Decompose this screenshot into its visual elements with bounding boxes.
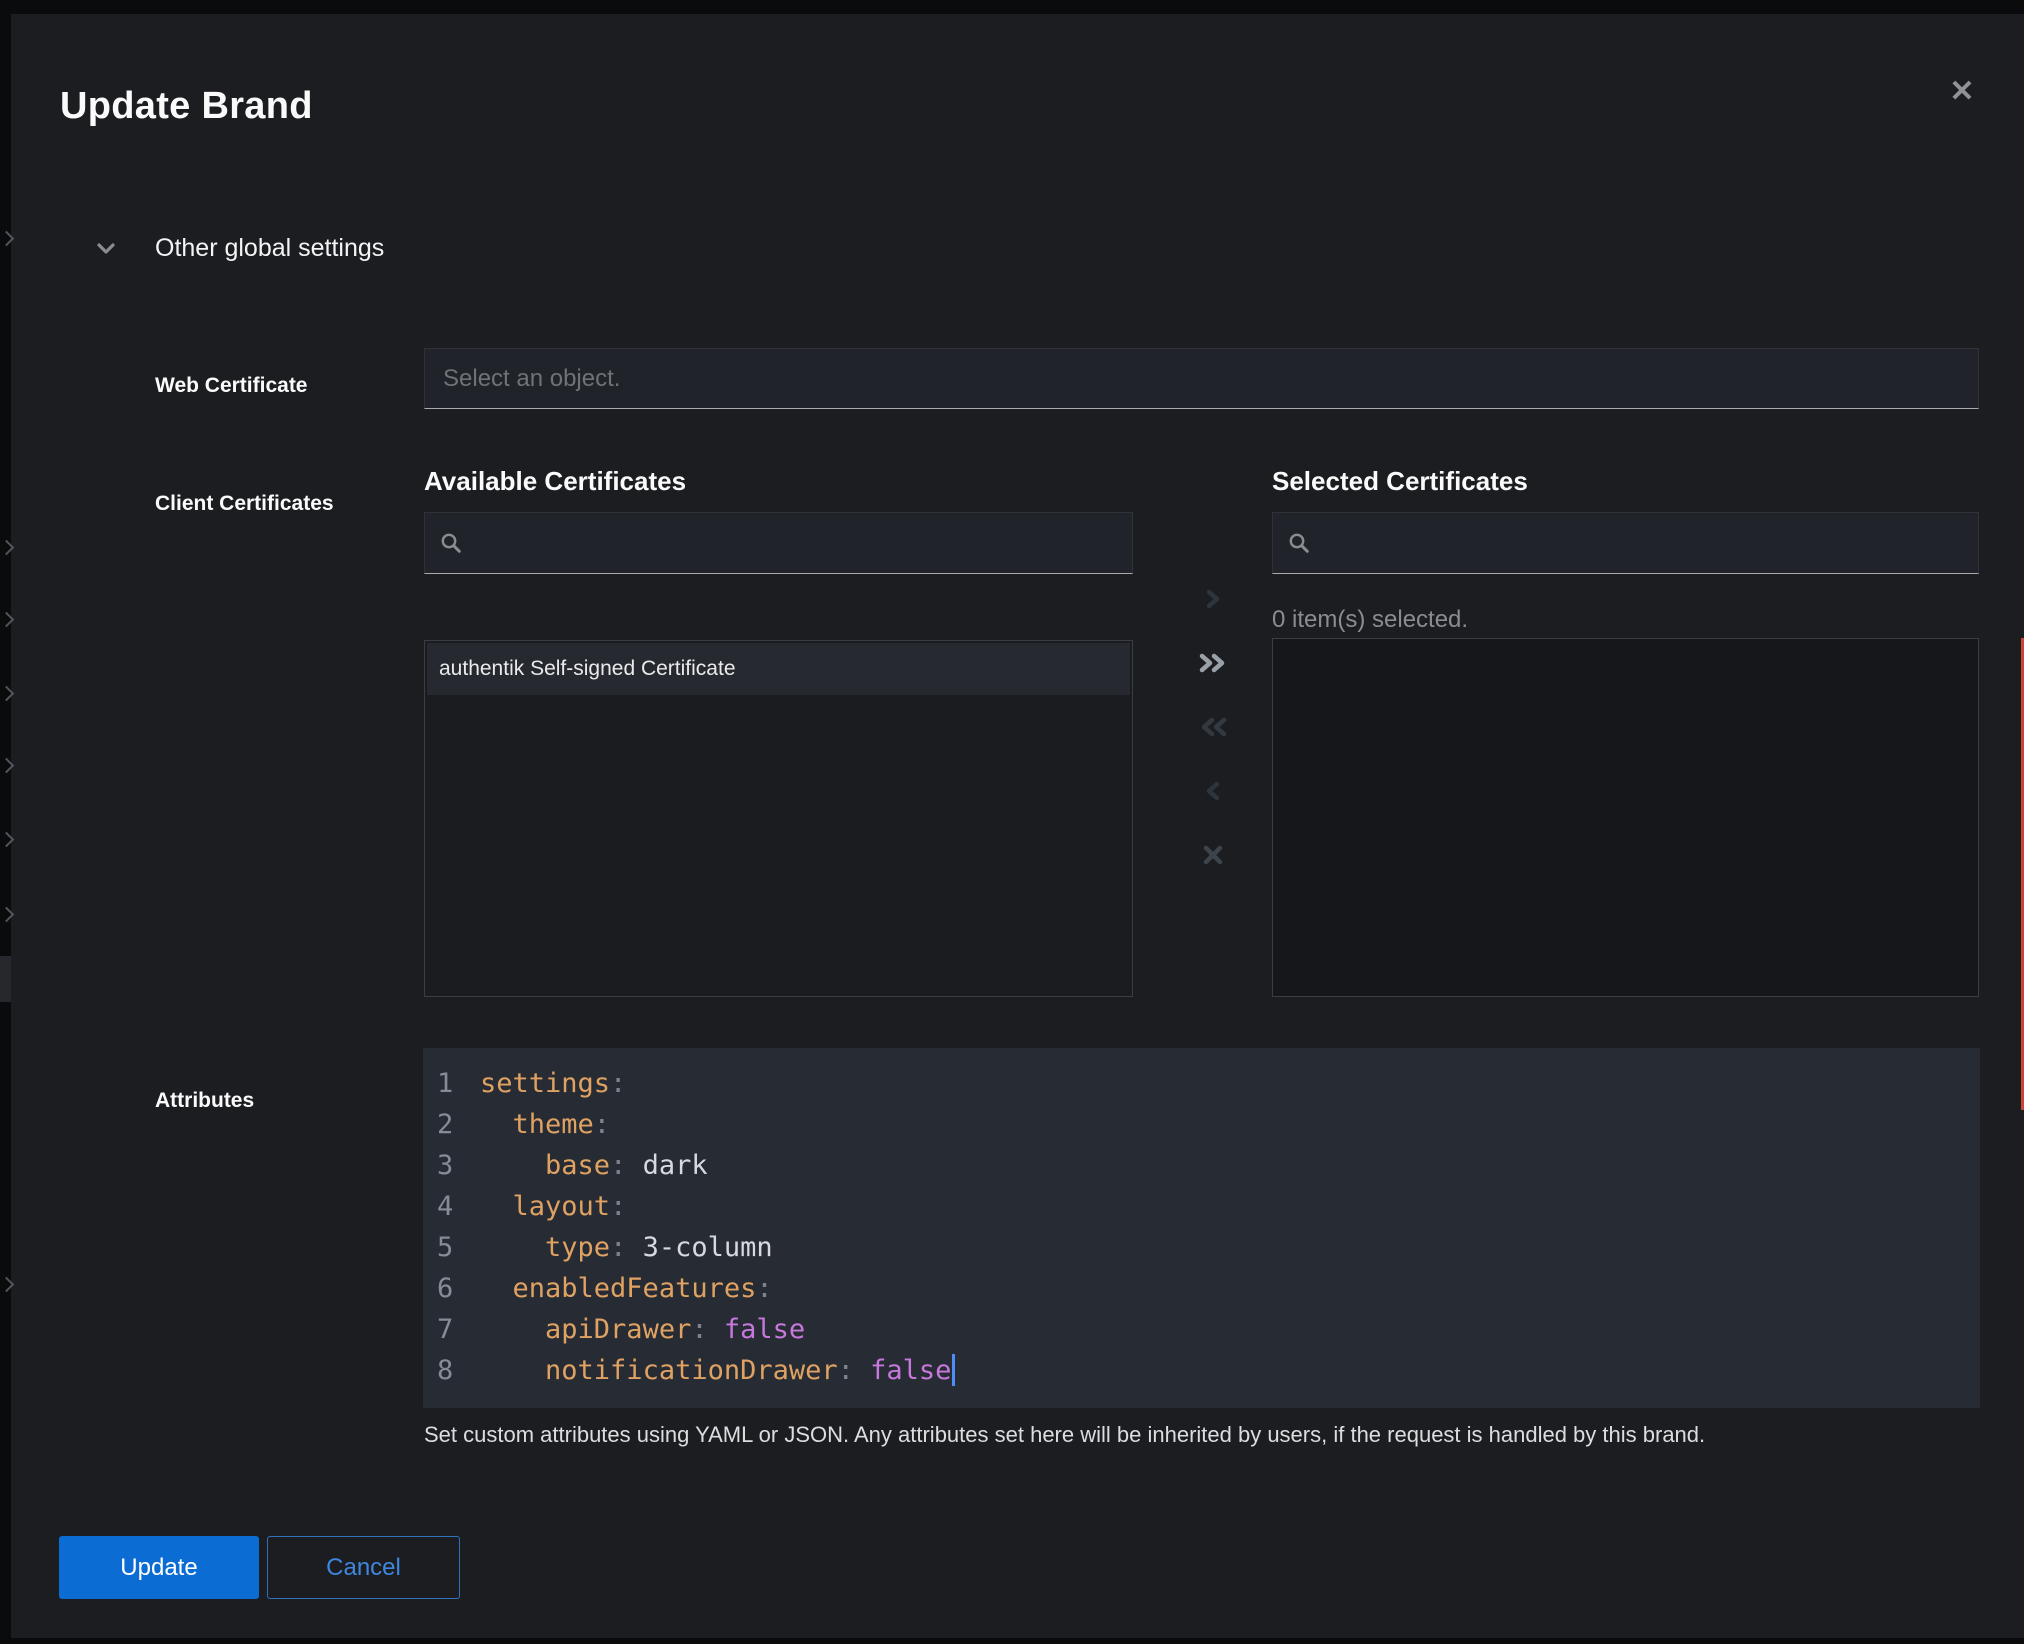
attributes-label: Attributes [155,1089,254,1113]
update-button[interactable]: Update [59,1536,259,1599]
line-number: 6 [423,1268,473,1309]
line-number: 8 [423,1350,473,1391]
code-line: 6 enabledFeatures: [423,1268,1980,1309]
remove-selected-button[interactable] [1191,769,1235,813]
attributes-help-text: Set custom attributes using YAML or JSON… [424,1422,1984,1448]
remove-all-button[interactable] [1191,705,1235,749]
modal-title: Update Brand [60,85,313,128]
line-number: 3 [423,1145,473,1186]
search-icon [439,531,463,555]
angle-left-icon [1200,776,1226,806]
cancel-button[interactable]: Cancel [267,1536,460,1599]
line-number: 2 [423,1104,473,1145]
clear-selection-button[interactable] [1191,833,1235,877]
selected-count-status: 0 item(s) selected. [1272,606,1468,634]
update-brand-modal: Update Brand ✕ Other global settings Web… [11,14,2024,1638]
line-number: 5 [423,1227,473,1268]
list-item-label: authentik Self-signed Certificate [439,657,736,681]
web-certificate-label: Web Certificate [155,374,308,398]
available-search-box [424,512,1133,574]
update-brand-modal-page: { "modal": { "title": "Update Brand", "c… [0,0,2024,1644]
code-line: 1 settings: [423,1063,1980,1104]
available-search-input[interactable] [475,529,1118,557]
code-line: 2 theme: [423,1104,1980,1145]
selected-certificates-listbox[interactable] [1272,638,1979,997]
dual-list-transfer-controls [1180,577,1246,877]
section-toggle-other-global-settings[interactable]: Other global settings [94,230,384,266]
available-certificates-listbox[interactable]: authentik Self-signed Certificate [424,640,1133,997]
search-icon [1287,531,1311,555]
code-line: 3 base: dark [423,1145,1980,1186]
code-line: 4 layout: [423,1186,1980,1227]
line-number: 4 [423,1186,473,1227]
line-number: 7 [423,1309,473,1350]
text-cursor [952,1354,955,1386]
web-certificate-input[interactable] [424,348,1979,409]
line-number: 1 [423,1063,473,1104]
selected-search-box [1272,512,1979,574]
attributes-code-editor[interactable]: 1 settings: 2 theme: 3 base: dark 4 layo… [423,1048,1980,1408]
available-certificates-header: Available Certificates [424,466,686,497]
add-all-button[interactable] [1191,641,1235,685]
angle-right-icon [1200,584,1226,614]
chevron-down-icon [94,236,118,260]
angle-double-left-icon [1195,712,1231,742]
angle-double-right-icon [1195,648,1231,678]
code-line: 5 type: 3-column [423,1227,1980,1268]
close-icon[interactable]: ✕ [1939,68,1985,114]
cross-icon [1198,840,1228,870]
section-label: Other global settings [155,234,384,263]
selected-search-input[interactable] [1323,529,1964,557]
selected-certificates-header: Selected Certificates [1272,466,1528,497]
client-certificates-label: Client Certificates [155,492,334,516]
code-line: 7 apiDrawer: false [423,1309,1980,1350]
add-selected-button[interactable] [1191,577,1235,621]
sidebar-active-item-fragment [0,956,11,1002]
list-item-authentik-self-signed-certificate[interactable]: authentik Self-signed Certificate [427,643,1130,695]
code-line: 8 notificationDrawer: false [423,1350,1980,1391]
clipped-sidebar-strip [0,14,11,1638]
